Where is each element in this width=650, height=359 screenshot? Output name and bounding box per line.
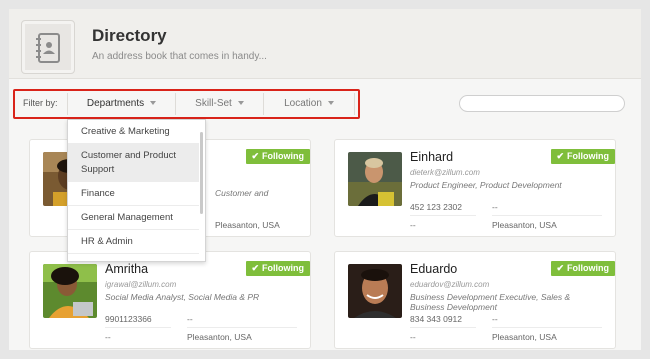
contact-card[interactable]: Amritha igrawal@zillum.com Social Media … <box>29 251 311 349</box>
chevron-down-icon <box>237 101 244 106</box>
contact-name[interactable]: Eduardo <box>410 262 457 276</box>
check-icon: ✔ <box>556 263 564 273</box>
location-dropdown[interactable]: Location <box>263 93 355 115</box>
contact-card[interactable]: Eduardo eduardov@zillum.com Business Dev… <box>334 251 616 349</box>
chevron-down-icon <box>327 101 334 106</box>
field-divider <box>410 327 476 328</box>
contact-location: Pleasanton, USA <box>492 220 557 230</box>
check-icon: ✔ <box>251 151 259 161</box>
contact-location: Pleasanton, USA <box>187 332 252 342</box>
departments-menu: Creative & Marketing Customer and Produc… <box>67 119 206 262</box>
skillset-dropdown-label: Skill-Set <box>195 98 232 109</box>
contact-field: -- <box>187 314 193 324</box>
following-badge[interactable]: ✔ Following <box>551 261 615 276</box>
following-label: Following <box>262 263 304 273</box>
contact-role: Product Engineer, Product Development <box>410 180 562 190</box>
contact-phone: 834 343 0912 <box>410 314 462 324</box>
menu-item-hr-admin[interactable]: HR & Admin <box>68 230 199 254</box>
contact-location: Pleasanton, USA <box>492 332 557 342</box>
contact-name[interactable]: Amritha <box>105 262 148 276</box>
avatar-photo <box>348 152 402 206</box>
avatar <box>43 264 97 318</box>
skillset-dropdown[interactable]: Skill-Set <box>175 93 263 115</box>
following-label: Following <box>567 151 609 161</box>
menu-scrollbar[interactable] <box>200 132 203 214</box>
following-label: Following <box>262 151 304 161</box>
contact-role: Business Development Executive, Sales & … <box>410 292 571 312</box>
departments-dropdown[interactable]: Departments <box>67 93 175 115</box>
field-divider <box>187 327 297 328</box>
following-badge[interactable]: ✔ Following <box>551 149 615 164</box>
avatar-photo <box>348 264 402 318</box>
directory-page: Directory An address book that comes in … <box>9 9 641 350</box>
contact-card[interactable]: Einhard dieterk@zillum.com Product Engin… <box>334 139 616 237</box>
contact-field: -- <box>410 220 416 230</box>
contact-email: igrawal@zillum.com <box>105 280 177 289</box>
chevron-down-icon <box>150 101 157 106</box>
menu-item-finance[interactable]: Finance <box>68 182 199 206</box>
contact-field: -- <box>492 202 498 212</box>
contact-field: -- <box>492 314 498 324</box>
contact-email: eduardov@zillum.com <box>410 280 490 289</box>
menu-item-general-management[interactable]: General Management <box>68 206 199 230</box>
search-input[interactable] <box>459 95 625 112</box>
field-divider <box>492 327 602 328</box>
address-book-glyph <box>36 33 60 63</box>
location-dropdown-label: Location <box>284 98 322 109</box>
filter-bar: Filter by: Departments Skill-Set Locatio… <box>9 89 641 119</box>
menu-item-creative-marketing[interactable]: Creative & Marketing <box>68 120 199 144</box>
contact-phone: 452 123 2302 <box>410 202 462 212</box>
field-divider <box>105 327 171 328</box>
departments-dropdown-label: Departments <box>86 98 145 109</box>
field-divider <box>410 215 476 216</box>
filter-label: Filter by: <box>23 98 58 108</box>
contact-location: Pleasanton, USA <box>215 220 280 230</box>
screenshot-frame: Directory An address book that comes in … <box>0 0 650 359</box>
contact-email: dieterk@zillum.com <box>410 168 480 177</box>
address-book-icon <box>21 20 75 74</box>
field-divider <box>492 215 602 216</box>
page-subtitle: An address book that comes in handy... <box>92 51 267 62</box>
page-title: Directory <box>92 26 167 45</box>
following-badge[interactable]: ✔ Following <box>246 261 310 276</box>
menu-item-customer-product-support[interactable]: Customer and Product Support <box>68 144 199 182</box>
contact-field: -- <box>410 332 416 342</box>
following-badge[interactable]: ✔ Following <box>246 149 310 164</box>
check-icon: ✔ <box>251 263 259 273</box>
contact-phone: 9901123366 <box>105 314 152 324</box>
check-icon: ✔ <box>556 151 564 161</box>
contact-name[interactable]: Einhard <box>410 150 453 164</box>
contact-role: Social Media Analyst, Social Media & PR <box>105 292 260 302</box>
contact-field: -- <box>105 332 111 342</box>
avatar <box>348 152 402 206</box>
avatar-photo <box>43 264 97 318</box>
page-header: Directory An address book that comes in … <box>9 9 641 79</box>
avatar <box>348 264 402 318</box>
following-label: Following <box>567 263 609 273</box>
